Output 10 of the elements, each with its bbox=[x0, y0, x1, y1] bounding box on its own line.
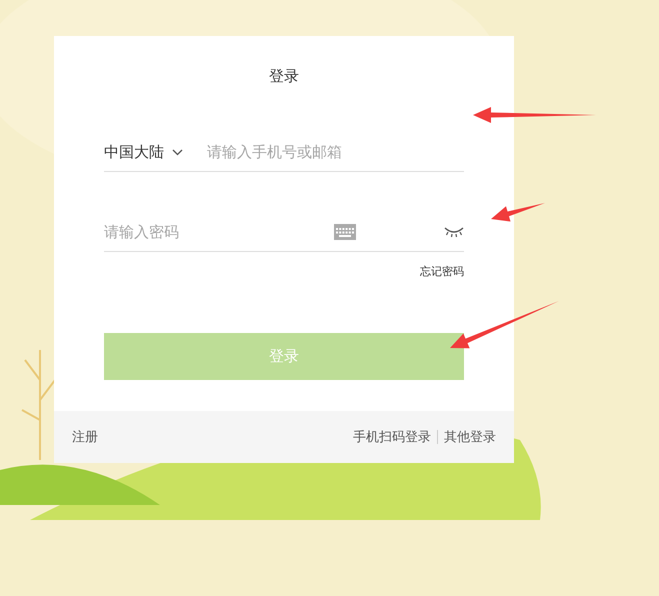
phone-input[interactable]: 请输入手机号或邮箱 bbox=[207, 143, 464, 161]
forgot-password-link[interactable]: 忘记密码 bbox=[420, 264, 464, 279]
login-title: 登录 bbox=[268, 67, 300, 86]
register-link[interactable]: 注册 bbox=[72, 428, 98, 446]
login-option-link[interactable]: 其他登录 bbox=[444, 428, 496, 446]
region-dropdown[interactable]: 中国大陆 bbox=[104, 142, 183, 162]
closed-eye-icon[interactable] bbox=[444, 226, 464, 238]
chevron-down-icon bbox=[172, 148, 183, 156]
login-option-link[interactable]: 手机扫码登录 bbox=[353, 428, 431, 446]
password-input[interactable]: 请输入密码 bbox=[104, 223, 334, 241]
